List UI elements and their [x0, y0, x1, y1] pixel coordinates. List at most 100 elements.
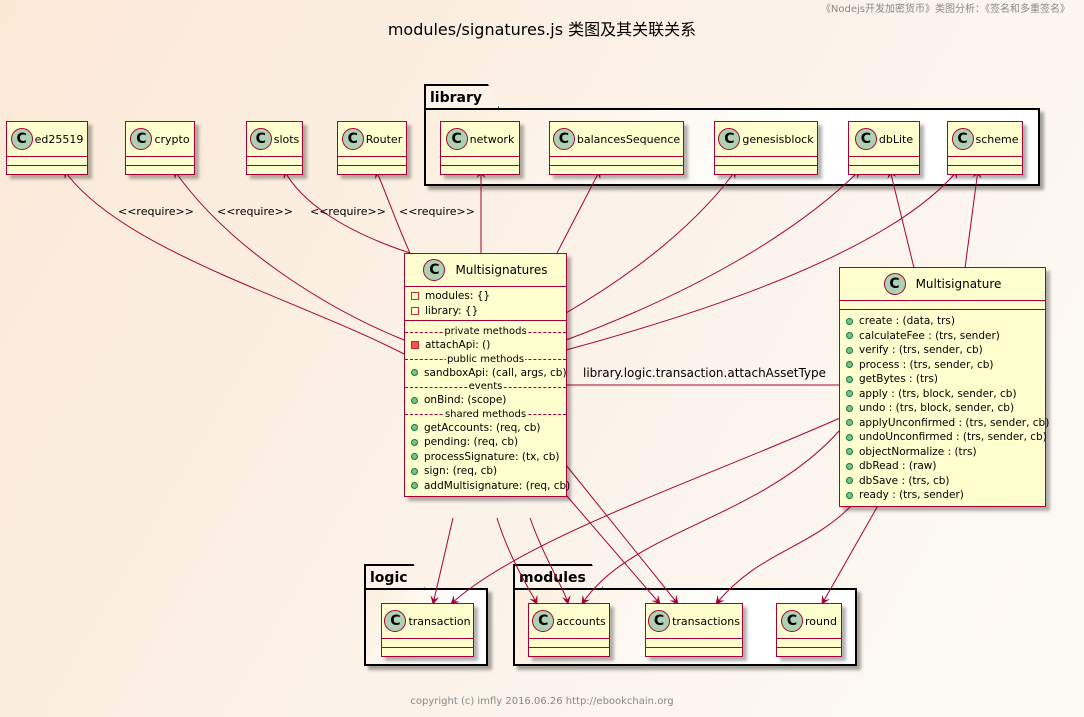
method-row: objectNormalize : (trs) — [840, 445, 1045, 460]
section-divider: shared methods — [405, 408, 566, 421]
package-library-tab: library — [424, 84, 500, 110]
public-method-icon — [846, 477, 853, 485]
class-transaction[interactable]: Ctransaction — [381, 603, 474, 657]
private-method-icon — [411, 341, 419, 350]
class-name: round — [805, 614, 837, 628]
edge-require-ed25519 — [63, 169, 405, 355]
class-dblite[interactable]: CdbLite — [848, 121, 920, 175]
class-icon: C — [423, 259, 446, 281]
public-method-icon — [411, 482, 418, 490]
public-method-icon — [846, 448, 853, 456]
public-method-icon — [411, 424, 418, 432]
class-ed25519[interactable]: Ced25519 — [6, 121, 88, 175]
public-method-icon — [846, 332, 853, 340]
public-method-icon — [846, 317, 853, 325]
class-balancessequence[interactable]: CbalancesSequence — [549, 121, 684, 175]
package-modules-tab: modules — [513, 564, 604, 590]
public-method-icon — [411, 438, 418, 446]
method-row: getBytes : (trs) — [840, 372, 1045, 387]
association-label: library.logic.transaction.attachAssetTyp… — [583, 366, 827, 380]
class-name: transactions — [672, 614, 740, 628]
public-method-icon — [846, 462, 853, 470]
public-method-icon — [846, 390, 853, 398]
class-icon: C — [341, 128, 364, 150]
class-icon: C — [883, 273, 906, 295]
require-label-ed25519: <<require>> — [118, 205, 194, 218]
class-round[interactable]: Cround — [776, 603, 842, 657]
method-row: addMultisignature: (req, cb) — [405, 479, 570, 494]
class-accounts[interactable]: Caccounts — [528, 603, 610, 657]
public-method-icon — [846, 404, 853, 412]
class-multisignatures[interactable]: C Multisignatures modules: {} library: {}… — [404, 253, 570, 497]
public-method-icon — [846, 419, 853, 427]
class-name: crypto — [154, 132, 190, 146]
method-row: getAccounts: (req, cb) — [405, 421, 566, 436]
class-scheme[interactable]: Cscheme — [947, 121, 1023, 175]
class-network[interactable]: Cnetwork — [440, 121, 520, 175]
class-crypto[interactable]: Ccrypto — [125, 121, 195, 175]
method-row: undo : (trs, block, sender, cb) — [840, 401, 1045, 416]
method-row: pending: (req, cb) — [405, 435, 566, 450]
public-method-icon — [411, 467, 418, 475]
field-row: library: {} — [405, 304, 566, 319]
method-row: sign: (req, cb) — [405, 464, 566, 479]
edge-genesisblock — [565, 169, 737, 314]
class-icon: C — [445, 128, 468, 150]
class-icon: C — [384, 610, 407, 632]
field-row: modules: {} — [405, 289, 566, 304]
class-name: transaction — [408, 614, 471, 628]
private-field-icon — [411, 292, 419, 301]
class-slots[interactable]: Cslots — [246, 121, 303, 175]
method-row: calculateFee : (trs, sender) — [840, 329, 1045, 344]
class-router[interactable]: C Router — [337, 121, 407, 175]
public-method-icon — [846, 375, 853, 383]
class-name: scheme — [975, 132, 1019, 146]
class-icon: C — [10, 128, 33, 150]
method-row: verify : (trs, sender, cb) — [840, 343, 1045, 358]
require-label-slots: <<require>> — [310, 205, 386, 218]
edge-require-crypto — [173, 169, 405, 341]
public-method-icon — [846, 433, 853, 441]
methods-section: private methods attachApi: () public met… — [405, 320, 570, 496]
section-divider: events — [405, 380, 566, 393]
class-name: dbLite — [878, 132, 914, 146]
public-method-icon — [846, 346, 853, 354]
method-row: onBind: (scope) — [405, 393, 566, 408]
method-row: create : (data, trs) — [840, 314, 1045, 329]
class-icon: C — [532, 610, 555, 632]
copyright-footer: copyright (c) imfly 2016.06.26 http://eb… — [410, 696, 674, 707]
class-genesisblock[interactable]: Cgenesisblock — [714, 121, 818, 175]
class-icon: C — [951, 128, 974, 150]
class-icon: C — [130, 128, 153, 150]
class-icon: C — [718, 128, 741, 150]
method-row: applyUnconfirmed : (trs, sender, cb) — [840, 416, 1049, 431]
section-divider: private methods — [405, 325, 566, 338]
method-row: sandboxApi: (call, args, cb) — [405, 366, 567, 381]
class-name: slots — [273, 132, 300, 146]
method-row: attachApi: () — [405, 338, 566, 353]
public-method-icon — [411, 453, 418, 461]
method-row: processSignature: (tx, cb) — [405, 450, 566, 465]
method-row: dbRead : (raw) — [840, 459, 1045, 474]
private-field-icon — [411, 306, 419, 315]
edge-dblite-1 — [565, 169, 861, 341]
class-name: accounts — [556, 614, 606, 628]
header-caption: 《Nodejs开发加密货币》类图分析：《签名和多重签名》 — [820, 4, 1070, 15]
class-name: Router — [365, 132, 403, 146]
public-method-icon — [846, 361, 853, 369]
public-method-icon — [411, 369, 418, 377]
class-transactions[interactable]: Ctransactions — [645, 603, 743, 657]
class-icon: C — [854, 128, 877, 150]
class-icon: C — [781, 610, 804, 632]
class-name: ed25519 — [34, 132, 84, 146]
method-row: ready : (trs, sender) — [840, 488, 1045, 503]
fields-section — [840, 300, 1045, 309]
method-row: dbSave : (trs, cb) — [840, 474, 1045, 489]
class-name: network — [469, 132, 515, 146]
package-logic-tab: logic — [364, 564, 426, 590]
class-name: genesisblock — [742, 132, 814, 146]
methods-section: create : (data, trs) calculateFee : (trs… — [840, 309, 1049, 506]
class-multisignature[interactable]: C Multisignature create : (data, trs) cal… — [839, 267, 1049, 507]
require-label-router: <<require>> — [399, 205, 475, 218]
method-row: undoUnconfirmed : (trs, sender, cb) — [840, 430, 1047, 445]
